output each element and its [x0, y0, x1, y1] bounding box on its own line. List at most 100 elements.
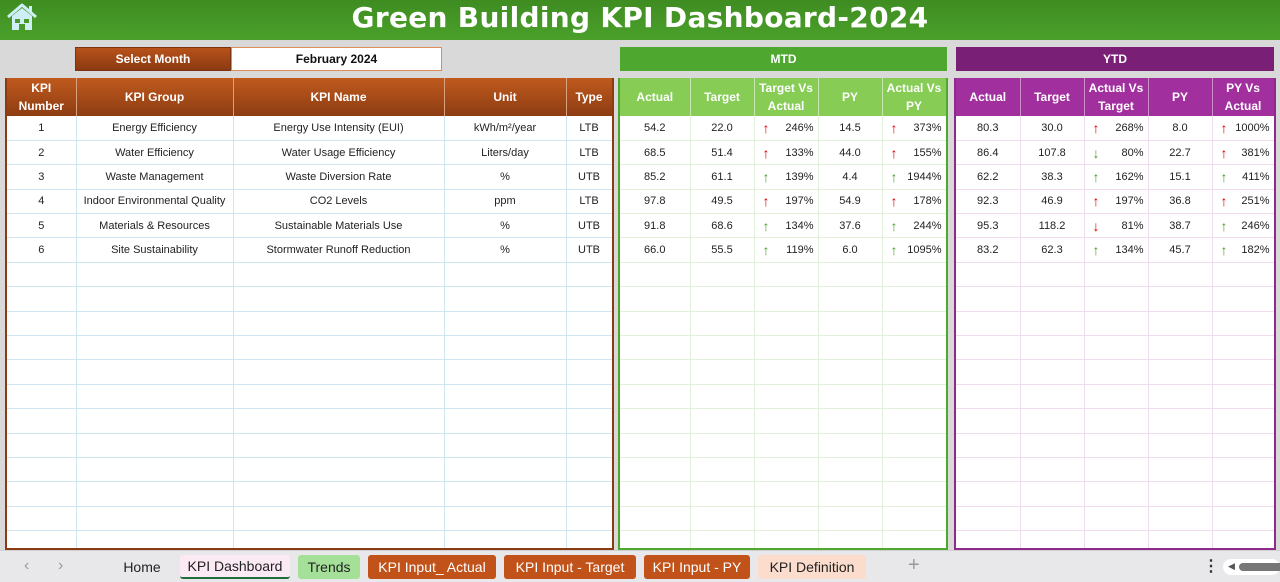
table-row: 80.3 30.0 ↑ 268% 8.0 ↑ 1000%	[956, 116, 1274, 141]
kpi-type-cell: UTB	[566, 237, 612, 263]
empty-cell	[882, 384, 946, 410]
empty-cell	[76, 335, 234, 361]
kpi-unit-cell: kWh/m²/year	[444, 116, 567, 141]
empty-row	[620, 311, 946, 337]
sheet-tab-kpi-dashboard[interactable]: KPI Dashboard	[180, 555, 290, 579]
ytd-section-header: YTD	[956, 47, 1274, 71]
arrow-up-icon: ↑	[1220, 119, 1228, 136]
empty-cell	[566, 286, 612, 312]
add-sheet-icon[interactable]: +	[908, 554, 920, 577]
arrow-up-icon: ↑	[762, 242, 770, 259]
py-cell: 37.6	[818, 213, 883, 239]
empty-row	[620, 457, 946, 483]
empty-cell	[444, 530, 567, 548]
table-row: 62.2 38.3 ↑ 162% 15.1 ↑ 411%	[956, 164, 1274, 190]
empty-cell	[1148, 286, 1213, 312]
column-header: PY Vs Actual	[1212, 78, 1274, 116]
table-row: 85.2 61.1 ↑ 139% 4.4 ↑ 1944%	[620, 164, 946, 190]
empty-cell	[620, 530, 691, 548]
empty-cell	[1148, 384, 1213, 410]
sheet-tab-kpi-input-target[interactable]: KPI Input - Target	[504, 555, 636, 579]
sheet-tab-home[interactable]: Home	[118, 555, 166, 579]
empty-cell	[233, 335, 445, 361]
tva-percent: 134%	[785, 219, 814, 232]
empty-cell	[620, 408, 691, 434]
kpi-group-cell: Water Efficiency	[76, 140, 234, 166]
empty-cell	[444, 335, 567, 361]
kpi-group-cell: Waste Management	[76, 164, 234, 190]
arrow-up-icon: ↑	[890, 242, 898, 259]
empty-cell	[1212, 481, 1274, 507]
avp-value: ↑ 1095%	[883, 242, 946, 259]
kpi-num-cell: 4	[7, 189, 77, 215]
empty-row	[956, 262, 1274, 288]
empty-cell	[7, 335, 77, 361]
empty-cell	[1020, 457, 1085, 483]
avp-value: ↑ 1000%	[1213, 119, 1274, 136]
empty-cell	[566, 384, 612, 410]
avp-value: ↑ 182%	[1213, 243, 1274, 257]
mtd-table: Actual Target Target Vs Actual PY Actual Vs …	[618, 78, 948, 550]
kpi-name-cell: CO2 Levels	[233, 189, 445, 215]
kpi-num-cell: 5	[7, 213, 77, 239]
target-cell: 62.3	[1020, 237, 1085, 263]
empty-cell	[76, 311, 234, 337]
month-dropdown[interactable]: February 2024	[231, 47, 442, 71]
scroll-left-icon[interactable]: ◀	[1228, 561, 1235, 572]
tva-cell: ↑ 139%	[754, 164, 819, 190]
avp-value: ↑ 246%	[1213, 219, 1274, 233]
empty-cell	[956, 262, 1021, 288]
empty-cell	[444, 408, 567, 434]
empty-cell	[882, 530, 946, 548]
avp-value: ↑ 411%	[1213, 170, 1274, 184]
horizontal-scrollbar[interactable]: ◀	[1223, 559, 1280, 575]
py-cell: 15.1	[1148, 164, 1213, 190]
avp-cell: ↑ 178%	[882, 189, 946, 215]
py-cell: 8.0	[1148, 116, 1213, 141]
sheet-tab-kpi-definition[interactable]: KPI Definition	[758, 555, 866, 579]
empty-cell	[818, 335, 883, 361]
empty-row	[7, 384, 612, 410]
empty-row	[7, 286, 612, 312]
empty-cell	[956, 481, 1021, 507]
empty-row	[956, 408, 1274, 434]
empty-cell	[233, 481, 445, 507]
target-cell: 38.3	[1020, 164, 1085, 190]
empty-cell	[882, 335, 946, 361]
empty-cell	[1148, 335, 1213, 361]
table-row: 66.0 55.5 ↑ 119% 6.0 ↑ 1095%	[620, 237, 946, 263]
empty-cell	[1020, 433, 1085, 458]
empty-cell	[444, 457, 567, 483]
target-cell: 61.1	[690, 164, 755, 190]
kpi-unit-cell: Liters/day	[444, 140, 567, 166]
empty-cell	[233, 311, 445, 337]
py-cell: 22.7	[1148, 140, 1213, 166]
tva-percent: 133%	[785, 146, 814, 159]
empty-cell	[1212, 262, 1274, 288]
actual-cell: 62.2	[956, 164, 1021, 190]
sheet-tab-trends[interactable]: Trends	[298, 555, 360, 579]
tva-value: ↓ 80%	[1085, 146, 1148, 160]
empty-cell	[76, 433, 234, 458]
empty-cell	[690, 311, 755, 337]
column-header: Type	[566, 78, 612, 116]
tva-value: ↑ 197%	[755, 194, 818, 208]
tva-value: ↑ 139%	[755, 170, 818, 184]
column-header: KPI Number	[7, 78, 77, 116]
column-header: Actual	[620, 78, 691, 116]
next-sheet-icon[interactable]: ›	[58, 557, 63, 575]
prev-sheet-icon[interactable]: ‹	[24, 557, 29, 575]
empty-cell	[444, 433, 567, 458]
more-options-icon[interactable]: ⋮	[1203, 556, 1219, 576]
sheet-tab-kpi-input-py[interactable]: KPI Input - PY	[644, 555, 750, 579]
sheet-tab-kpi-input-actual[interactable]: KPI Input_ Actual	[368, 555, 496, 579]
empty-cell	[7, 530, 77, 548]
tva-cell: ↑ 133%	[754, 140, 819, 166]
table-row: 95.3 118.2 ↓ 81% 38.7 ↑ 246%	[956, 213, 1274, 239]
tva-cell: ↑ 134%	[754, 213, 819, 239]
empty-cell	[754, 481, 819, 507]
empty-cell	[566, 506, 612, 532]
target-cell: 51.4	[690, 140, 755, 166]
kpi-name-cell: Sustainable Materials Use	[233, 213, 445, 239]
scrollbar-thumb[interactable]	[1239, 563, 1280, 571]
